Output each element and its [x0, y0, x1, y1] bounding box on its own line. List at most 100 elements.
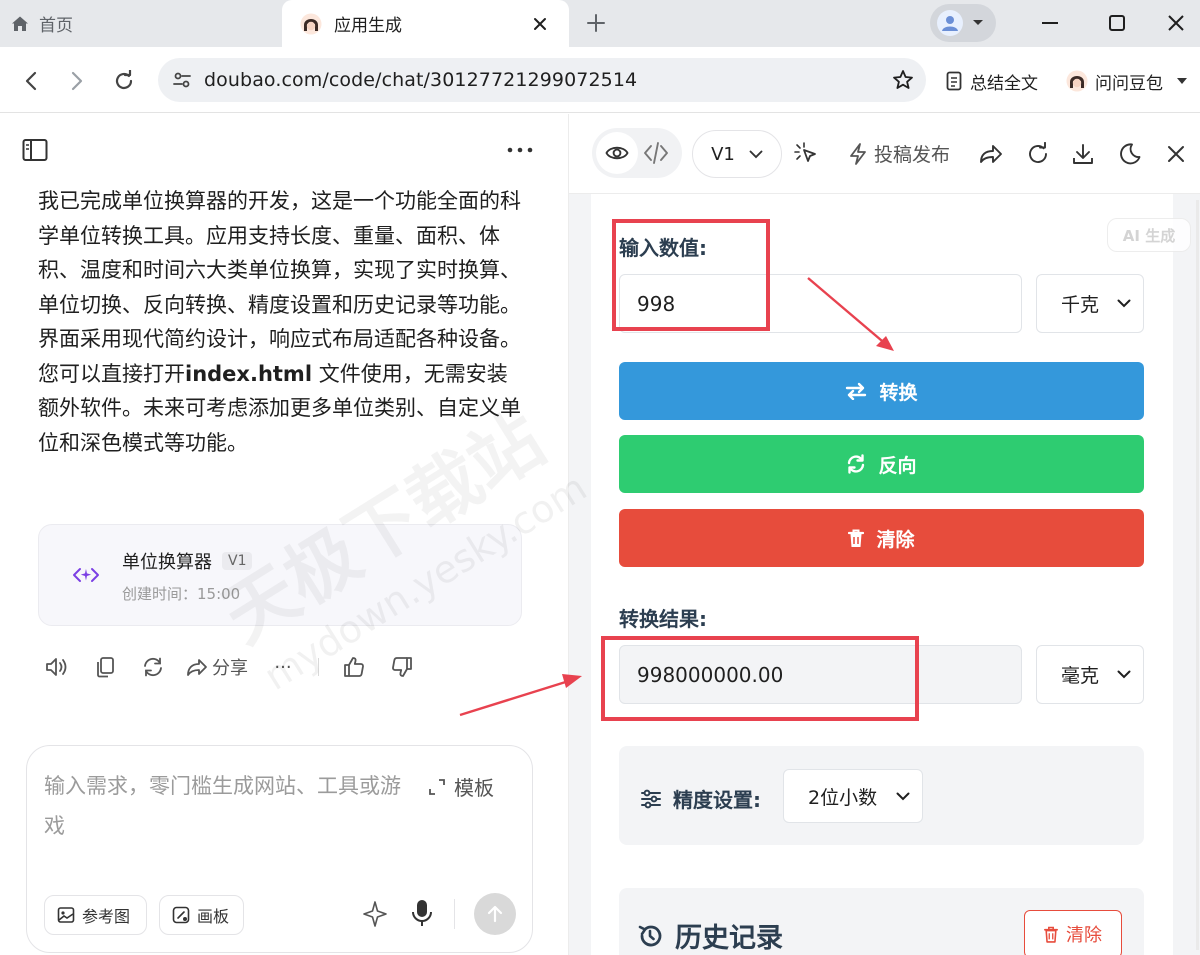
ask-doubao-label: 问问豆包 [1095, 73, 1163, 94]
code-view-icon[interactable] [642, 140, 670, 166]
share-button[interactable]: 分享 [186, 654, 248, 680]
history-title: 历史记录 [637, 916, 783, 955]
precision-value: 2位小数 [808, 786, 878, 809]
forward-icon[interactable] [62, 66, 92, 96]
document-icon [946, 71, 964, 91]
canvas-icon [172, 906, 190, 924]
profile-button[interactable] [930, 4, 996, 42]
download-icon[interactable] [1069, 140, 1097, 168]
dark-mode-icon[interactable] [1116, 140, 1144, 168]
back-icon[interactable] [16, 66, 46, 96]
annotation-arrows [459, 277, 894, 717]
more-actions-icon[interactable]: ··· [266, 652, 300, 682]
version-label: V1 [711, 143, 735, 165]
copy-icon[interactable] [90, 652, 120, 682]
version-select[interactable]: V1 [692, 130, 782, 178]
code-spark-icon [72, 562, 100, 588]
thumbs-down-icon[interactable] [387, 652, 417, 682]
template-label: 模板 [454, 776, 494, 800]
to-unit-value: 毫克 [1061, 665, 1100, 687]
bookmark-star-icon[interactable] [892, 69, 914, 91]
artifact-version-badge: V1 [222, 552, 253, 570]
expand-icon [428, 778, 446, 796]
tab-app-generate[interactable]: 应用生成 [282, 0, 569, 47]
sidebar-toggle-icon[interactable] [22, 138, 48, 162]
regenerate-icon[interactable] [138, 652, 168, 682]
chevron-down-icon [896, 792, 910, 801]
chevron-down-icon [749, 150, 763, 159]
tab-home-label: 首页 [39, 16, 73, 36]
precision-select[interactable]: 2位小数 [783, 769, 923, 823]
template-button[interactable]: 模板 [428, 772, 494, 801]
chevron-down-icon [972, 19, 984, 27]
doubao-avatar-icon [1066, 70, 1088, 92]
sparkle-icon[interactable] [362, 900, 388, 928]
url-text: doubao.com/code/chat/30127721299072514 [204, 69, 638, 91]
artifact-title-text: 单位换算器 [122, 552, 212, 573]
composer-divider [454, 899, 455, 929]
from-unit-value: 千克 [1061, 294, 1100, 316]
thumbs-up-icon[interactable] [339, 652, 369, 682]
canvas-button[interactable]: 画板 [159, 895, 244, 935]
from-unit-select[interactable]: 千克 [1036, 274, 1144, 333]
publish-button[interactable]: 投稿发布 [848, 140, 950, 167]
home-icon [10, 14, 30, 34]
history-icon [637, 923, 663, 949]
summary-button[interactable]: 总结全文 [946, 66, 1038, 96]
preview-mode-button[interactable] [596, 132, 638, 174]
maximize-icon[interactable] [1097, 8, 1137, 38]
sliders-icon [640, 789, 662, 809]
history-clear-label: 清除 [1066, 925, 1102, 946]
actions-divider [318, 658, 319, 676]
close-preview-icon[interactable] [1162, 140, 1190, 168]
eye-icon [605, 144, 629, 162]
reference-image-button[interactable]: 参考图 [44, 895, 147, 935]
reference-image-label: 参考图 [82, 907, 131, 926]
annotation-arrow-to-result [459, 674, 582, 717]
tab-close-icon[interactable] [528, 12, 552, 36]
chevron-down-icon [1177, 77, 1187, 85]
select-element-icon[interactable] [792, 140, 820, 168]
ai-generated-badge: AI 生成 [1107, 218, 1191, 252]
lightning-icon [848, 142, 868, 166]
new-tab-icon[interactable] [582, 9, 610, 37]
canvas-label: 画板 [197, 907, 230, 926]
chevron-down-icon [1117, 299, 1131, 308]
composer-placeholder[interactable]: 输入需求，零门槛生成网站、工具或游戏 [44, 766, 404, 846]
read-aloud-icon[interactable] [42, 652, 72, 682]
image-icon [57, 906, 75, 924]
message-actions: 分享 ··· [42, 652, 435, 682]
precision-label-text: 精度设置: [673, 788, 761, 812]
share-label: 分享 [212, 658, 248, 679]
more-options-icon[interactable] [506, 138, 534, 162]
address-bar[interactable]: doubao.com/code/chat/30127721299072514 [158, 58, 926, 102]
window-close-icon[interactable] [1156, 8, 1196, 38]
chevron-down-icon [1117, 670, 1131, 679]
reload-icon[interactable] [109, 66, 139, 96]
profile-avatar-icon [936, 9, 964, 37]
publish-label: 投稿发布 [874, 144, 951, 166]
artifact-title: 单位换算器 V1 [122, 548, 253, 574]
arrow-up-icon [487, 905, 503, 923]
trash-icon [1044, 926, 1058, 943]
tab-home[interactable]: 首页 [0, 0, 282, 47]
message-filename: index.html [185, 361, 313, 386]
artifact-created-time: 创建时间：15:00 [122, 585, 241, 603]
microphone-icon[interactable] [410, 898, 434, 928]
preview-scrollbar[interactable] [1196, 200, 1199, 950]
send-button[interactable] [474, 893, 516, 935]
annotation-arrow-to-convert [807, 277, 894, 351]
to-unit-select[interactable]: 毫克 [1036, 645, 1144, 704]
site-settings-icon[interactable] [172, 70, 192, 90]
share-icon[interactable] [977, 140, 1005, 168]
history-title-text: 历史记录 [675, 923, 783, 954]
summary-label: 总结全文 [970, 73, 1038, 94]
doubao-avatar-icon [300, 13, 322, 35]
precision-label: 精度设置: [640, 784, 761, 813]
ask-doubao-button[interactable]: 问问豆包 [1066, 66, 1187, 96]
share-icon [186, 657, 208, 677]
minimize-icon[interactable] [1030, 8, 1070, 38]
refresh-icon[interactable] [1024, 140, 1052, 168]
tab-active-label: 应用生成 [334, 16, 402, 36]
history-clear-button[interactable]: 清除 [1024, 910, 1122, 955]
